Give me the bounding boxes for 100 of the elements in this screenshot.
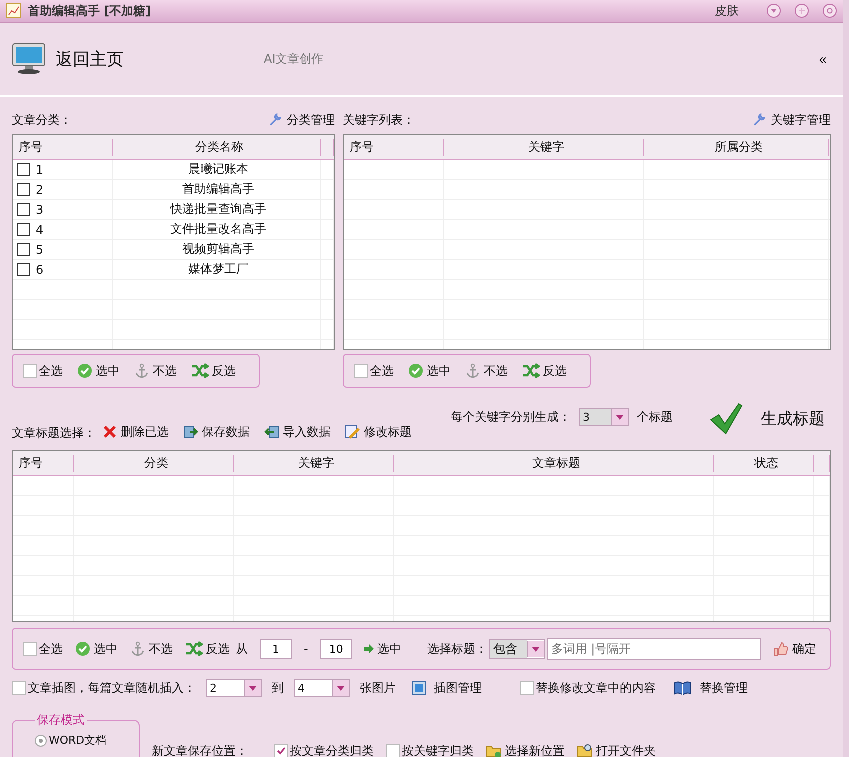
insert-images-checkbox[interactable]: 文章插图，每篇文章随机插入：	[12, 680, 196, 696]
column-header[interactable]: 序号	[344, 139, 444, 156]
import-button[interactable]: 导入数据	[264, 424, 331, 440]
count-label: 每个关键字分别生成：	[451, 408, 571, 426]
count-dropdown[interactable]: 3	[579, 408, 629, 426]
row-number: 1	[36, 162, 44, 176]
skin-menu[interactable]: 皮肤	[715, 2, 739, 20]
invert-button[interactable]: 反选	[191, 362, 236, 380]
column-header[interactable]: 关键字	[234, 455, 394, 472]
close-button[interactable]	[823, 4, 837, 18]
replace-manage-button[interactable]: 替换管理	[674, 680, 748, 696]
monitor-icon	[12, 43, 46, 75]
filter-mode-dropdown[interactable]: 包含	[489, 639, 546, 659]
confirm-button[interactable]: 确定	[773, 640, 816, 658]
anchor-icon	[134, 363, 150, 379]
select-all-checkbox[interactable]: 全选	[23, 640, 63, 658]
row-checkbox[interactable]	[17, 183, 30, 196]
select-all-checkbox[interactable]: 全选	[23, 362, 63, 380]
category-manage-button[interactable]: 分类管理	[268, 112, 335, 128]
column-header[interactable]: 所属分类	[644, 139, 829, 156]
column-header[interactable]: 序号	[13, 139, 113, 156]
row-number: 4	[36, 222, 44, 236]
row-number: 2	[36, 182, 44, 196]
table-cell: 晨曦记账本	[113, 160, 321, 179]
page-subtitle: AI文章创作	[264, 50, 324, 68]
save-location-label: 新文章保存位置：	[152, 742, 248, 757]
column-header[interactable]: 文章标题	[394, 455, 714, 472]
row-checkbox[interactable]	[17, 223, 30, 236]
select-button[interactable]: 选中	[408, 362, 451, 380]
arrow-icon	[364, 644, 374, 654]
deselect-button[interactable]: 不选	[134, 362, 177, 380]
radio-dot-icon	[39, 738, 43, 742]
unit-label: 张图片	[360, 680, 396, 696]
caret-icon	[771, 9, 777, 13]
delete-button[interactable]: 删除已选	[102, 424, 169, 440]
checkmark-icon	[276, 747, 286, 755]
column-header[interactable]: 序号	[13, 455, 74, 472]
wrench-icon	[268, 113, 282, 127]
column-header[interactable]: 关键字	[444, 139, 644, 156]
invert-button[interactable]: 反选	[522, 362, 567, 380]
range-select-button[interactable]: 选中	[364, 640, 402, 658]
home-button[interactable]: 返回主页	[56, 48, 124, 70]
image-manage-button[interactable]: 插图管理	[412, 680, 482, 696]
range-dash: -	[304, 642, 308, 656]
save-mode-radio[interactable]: WORD文档	[35, 733, 139, 748]
row-checkbox[interactable]	[17, 163, 30, 176]
maximize-button[interactable]	[795, 4, 809, 18]
open-folder-button[interactable]: 打开文件夹	[577, 742, 656, 757]
picture-frame-icon	[412, 681, 426, 695]
filter-label: 选择标题：	[427, 640, 488, 658]
from-field[interactable]: 1	[260, 639, 292, 659]
select-all-checkbox[interactable]: 全选	[354, 362, 394, 380]
edit-button[interactable]: 修改标题	[345, 424, 412, 440]
row-checkbox[interactable]	[17, 243, 30, 256]
check-icon	[408, 363, 424, 379]
section-label: 文章标题选择：	[12, 425, 96, 442]
close-icon	[827, 8, 833, 14]
column-header[interactable]: 状态	[714, 455, 814, 472]
anchor-icon	[465, 363, 481, 379]
table-cell: 视频剪辑高手	[113, 240, 321, 259]
caret-icon	[616, 414, 624, 420]
max-images-dropdown[interactable]: 4	[294, 679, 350, 697]
caret-icon	[249, 686, 257, 690]
thumbs-up-icon	[773, 641, 790, 657]
section-label: 文章分类：	[12, 112, 72, 128]
select-button[interactable]: 选中	[75, 640, 118, 658]
check-icon	[75, 641, 91, 657]
group-by-checkbox[interactable]: 按关键字归类	[386, 742, 474, 757]
min-images-dropdown[interactable]: 2	[206, 679, 262, 697]
folder-search-icon	[577, 743, 593, 757]
select-button[interactable]: 选中	[77, 362, 120, 380]
caret-icon	[532, 646, 540, 652]
deselect-button[interactable]: 不选	[465, 362, 508, 380]
window-title: 首助编辑高手 [不加糖]	[28, 2, 152, 20]
anchor-icon	[130, 641, 146, 657]
wrench-icon	[752, 113, 766, 127]
replace-content-checkbox[interactable]: 替换修改文章中的内容	[520, 680, 656, 696]
book-icon	[674, 681, 692, 695]
edit-icon	[345, 424, 361, 440]
group-by-checkbox[interactable]: 按文章分类归类	[274, 742, 374, 757]
generate-button[interactable]: 生成标题	[709, 402, 825, 436]
deselect-button[interactable]: 不选	[130, 640, 173, 658]
to-field[interactable]: 10	[320, 639, 352, 659]
save-button[interactable]: 保存数据	[183, 424, 250, 440]
minimize-button[interactable]	[767, 4, 781, 18]
row-checkbox[interactable]	[17, 263, 30, 276]
column-header[interactable]: 分类	[74, 455, 234, 472]
table-cell: 首助编辑高手	[113, 180, 321, 199]
section-label: 关键字列表：	[343, 112, 415, 128]
filter-field[interactable]: 多词用 |号隔开	[547, 638, 762, 660]
row-number: 3	[36, 202, 44, 216]
app-chart-icon	[6, 3, 22, 19]
choose-folder-button[interactable]: 选择新位置	[486, 742, 565, 757]
keyword-manage-button[interactable]: 关键字管理	[752, 112, 831, 128]
row-checkbox[interactable]	[17, 203, 30, 216]
check-icon	[77, 363, 93, 379]
delete-icon	[102, 424, 118, 440]
collapse-button[interactable]: «	[819, 51, 827, 67]
column-header[interactable]: 分类名称	[113, 139, 321, 156]
invert-button[interactable]: 反选	[185, 640, 230, 658]
